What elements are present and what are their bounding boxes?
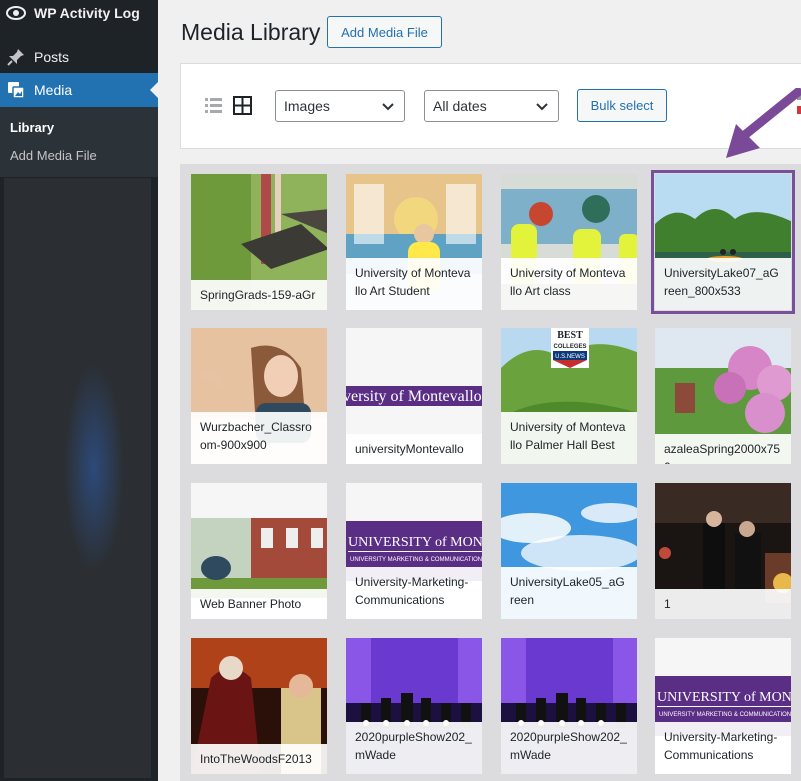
- media-attachment-tile[interactable]: BEST COLLEGES U.S.NEWS University of Montev…: [500, 327, 638, 465]
- attachment-caption: Web Banner Photo: [191, 589, 327, 619]
- annotation-arrow-icon: [726, 88, 801, 158]
- chevron-down-icon: [382, 99, 394, 111]
- attachment-caption: University-Marketing-Communications: [346, 567, 482, 619]
- svg-text:UNIVERSITY of MONTEVALLO: UNIVERSITY of MONTEVALLO: [657, 690, 792, 705]
- sidebar-item-label: Posts: [34, 49, 70, 65]
- media-attachment-tile[interactable]: UniversityLake05_aGreen: [500, 482, 638, 620]
- svg-text:UNIVERSITY of MONTEVALLO: UNIVERSITY of MONTEVALLO: [348, 535, 483, 550]
- add-media-file-button[interactable]: Add Media File: [327, 16, 442, 48]
- sidebar-item-media[interactable]: Media: [0, 73, 158, 107]
- sidebar-item-posts[interactable]: Posts: [0, 42, 158, 72]
- svg-text:versity of Montevallo: versity of Montevallo: [346, 388, 482, 405]
- bulk-select-button[interactable]: Bulk select: [577, 89, 667, 122]
- attachment-caption: UniversityLake05_aGreen: [501, 567, 637, 619]
- attachment-caption: IntoTheWoodsF2013: [191, 744, 327, 774]
- media-attachment-tile[interactable]: University of Montevallo Art class: [500, 173, 638, 311]
- attachment-caption: azaleaSpring2000x750: [655, 434, 791, 464]
- list-view-icon[interactable]: [205, 97, 222, 114]
- sidebar-submenu: Library Add Media File: [0, 107, 158, 177]
- attachment-caption: 1: [655, 589, 791, 619]
- attachment-caption: University-Marketing-Communications: [655, 722, 791, 774]
- date-filter-value: All dates: [433, 98, 487, 114]
- media-attachment-tile[interactable]: versity of Montevallo universityMontevall…: [345, 327, 483, 465]
- media-toolbar: Images All dates Bulk select: [180, 63, 801, 149]
- media-type-filter[interactable]: Images: [275, 90, 405, 122]
- svg-text:BEST: BEST: [557, 330, 583, 341]
- media-attachment-tile[interactable]: 2020purpleShow202_mWade: [500, 637, 638, 775]
- media-attachment-tile[interactable]: University of Montevallo Art Student: [345, 173, 483, 311]
- media-attachment-tile[interactable]: Wurzbacher_Classroom-900x900: [190, 327, 328, 465]
- attachment-caption: universityMontevallo: [346, 434, 482, 464]
- media-type-filter-value: Images: [284, 98, 330, 114]
- attachment-caption: UniversityLake07_aGreen_800x533: [655, 258, 791, 310]
- submenu-add-media-file[interactable]: Add Media File: [10, 148, 97, 163]
- media-attachment-tile[interactable]: 2020purpleShow202_mWade: [345, 637, 483, 775]
- attachment-caption: 2020purpleShow202_mWade: [501, 722, 637, 774]
- svg-text:UNIVERSITY MARKETING & COMMUNI: UNIVERSITY MARKETING & COMMUNICATIONS: [659, 712, 792, 718]
- sidebar-item-activity-log[interactable]: WP Activity Log: [0, 0, 158, 26]
- eye-icon: [6, 3, 26, 23]
- media-attachment-tile[interactable]: UNIVERSITY of MONTEVALLO UNIVERSITY MARKE…: [345, 482, 483, 620]
- attachment-caption: University of Montevallo Palmer Hall Bes…: [501, 412, 637, 464]
- media-attachment-tile[interactable]: IntoTheWoodsF2013: [190, 637, 328, 775]
- attachment-caption: University of Montevallo Art class: [501, 258, 637, 310]
- media-attachment-tile[interactable]: UNIVERSITY of MONTEVALLO UNIVERSITY MARKE…: [654, 637, 792, 775]
- svg-text:COLLEGES: COLLEGES: [553, 344, 586, 350]
- media-attachment-tile[interactable]: 1: [654, 482, 792, 620]
- attachment-caption: University of Montevallo Art Student: [346, 258, 482, 310]
- attachment-caption: Wurzbacher_Classroom-900x900: [191, 412, 327, 464]
- media-attachment-tile[interactable]: azaleaSpring2000x750: [654, 327, 792, 465]
- sidebar-item-label: WP Activity Log: [34, 5, 140, 21]
- svg-text:UNIVERSITY MARKETING & COMMUNI: UNIVERSITY MARKETING & COMMUNICATIONS: [350, 557, 483, 563]
- media-attachment-tile[interactable]: UniversityLake07_aGreen_800x533: [651, 170, 795, 314]
- chevron-down-icon: [536, 99, 548, 111]
- pin-icon: [6, 47, 26, 67]
- media-attachment-tile[interactable]: SpringGrads-159-aGreen: [190, 173, 328, 311]
- svg-text:U.S.NEWS: U.S.NEWS: [555, 354, 585, 360]
- attachment-caption: 2020purpleShow202_mWade: [346, 722, 482, 774]
- admin-sidebar: WP Activity Log Posts Media Library Add …: [0, 0, 158, 781]
- attachment-caption: SpringGrads-159-aGreen: [191, 280, 327, 310]
- blurred-menu-region: [4, 178, 151, 778]
- submenu-library[interactable]: Library: [10, 120, 54, 135]
- media-attachment-tile[interactable]: Web Banner Photo: [190, 482, 328, 620]
- grid-view-icon[interactable]: [233, 96, 252, 115]
- date-filter[interactable]: All dates: [424, 90, 559, 122]
- sidebar-item-label: Media: [34, 82, 73, 98]
- page-title: Media Library: [181, 19, 321, 45]
- media-icon: [6, 80, 26, 100]
